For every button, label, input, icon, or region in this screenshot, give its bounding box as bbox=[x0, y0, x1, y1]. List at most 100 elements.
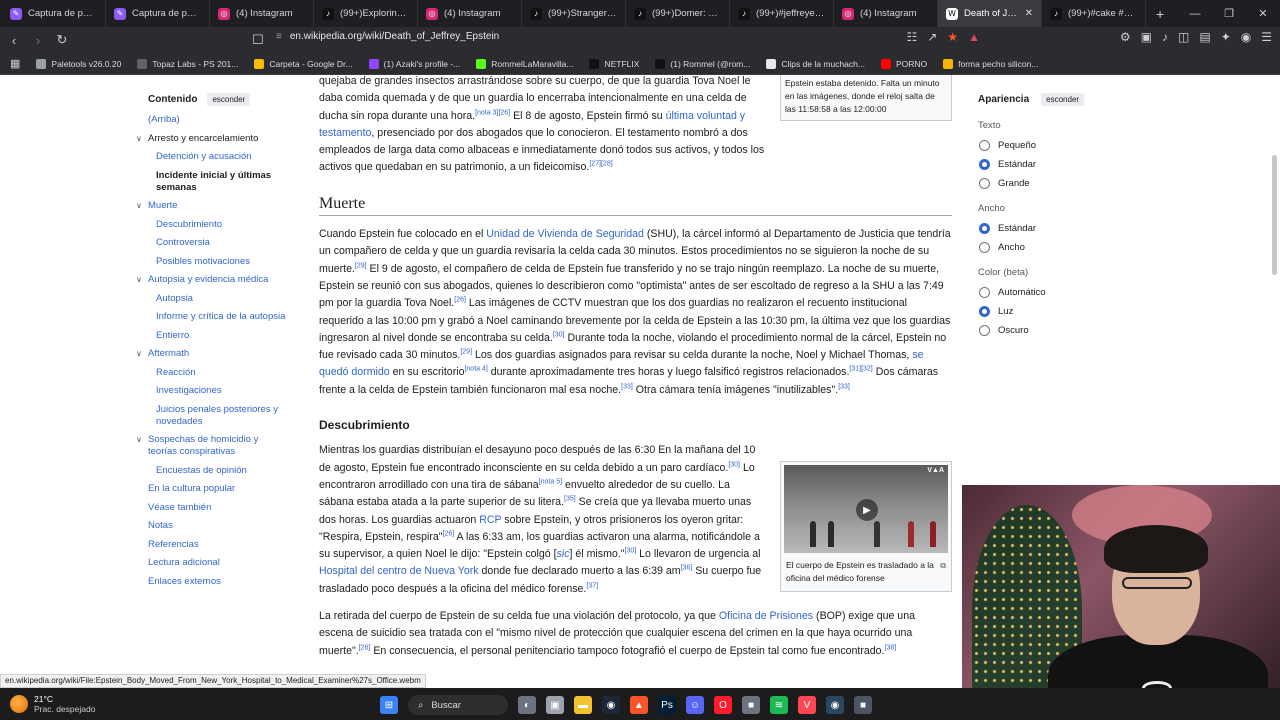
chevron-down-icon[interactable]: ∨ bbox=[136, 200, 142, 212]
reload-icon[interactable]: ↻ bbox=[52, 32, 72, 48]
steam-icon[interactable]: ◉ bbox=[826, 696, 844, 714]
radio-option[interactable]: Luz bbox=[979, 306, 1128, 317]
opera-icon[interactable]: O bbox=[714, 696, 732, 714]
tab-8[interactable]: ◎ (4) Instagram bbox=[834, 0, 938, 27]
radio-option[interactable]: Oscuro bbox=[979, 325, 1128, 336]
bookmark-8[interactable]: PORNO bbox=[873, 58, 935, 69]
toc-item[interactable]: ∨ Arresto y encarcelamiento bbox=[136, 133, 286, 145]
radio-button[interactable] bbox=[979, 223, 990, 234]
share-icon[interactable]: ↗ bbox=[927, 30, 937, 44]
tab-1[interactable]: ✎ Captura de pantalla bbox=[106, 0, 210, 27]
chevron-down-icon[interactable]: ∨ bbox=[136, 133, 142, 145]
bookmark-6[interactable]: (1) Rommel (@rom... bbox=[647, 58, 758, 69]
appearance-hide-button[interactable]: esconder bbox=[1041, 93, 1085, 106]
ref-33[interactable]: [33] bbox=[621, 383, 633, 390]
tab-5[interactable]: ♪ (99+)Stranger thing bbox=[522, 0, 626, 27]
radio-option[interactable]: Pequeño bbox=[979, 140, 1128, 151]
enlarge-icon[interactable]: ⧉ bbox=[940, 559, 946, 572]
bookmark-icon[interactable]: ☐ bbox=[248, 32, 268, 48]
rewards-icon[interactable]: ▲ bbox=[968, 30, 980, 44]
chevron-down-icon[interactable]: ∨ bbox=[136, 348, 142, 360]
radio-button[interactable] bbox=[979, 178, 990, 189]
ref-26[interactable]: [26] bbox=[498, 109, 510, 116]
sidebar-icon[interactable]: ◫ bbox=[1178, 30, 1189, 44]
tab-3[interactable]: ♪ (99+)Exploring Fem bbox=[314, 0, 418, 27]
translate-icon[interactable]: ☷ bbox=[907, 30, 918, 44]
toc-item[interactable]: Detención y acusación bbox=[156, 151, 286, 163]
tab-2[interactable]: ◎ (4) Instagram bbox=[210, 0, 314, 27]
ref-29[interactable]: [29] bbox=[355, 262, 367, 269]
ref-36[interactable]: [36] bbox=[681, 565, 693, 572]
link-bop[interactable]: Oficina de Prisiones bbox=[719, 610, 813, 622]
toc-item[interactable]: (Arriba) bbox=[148, 114, 286, 126]
ref-26[interactable]: [26] bbox=[359, 644, 371, 651]
radio-option[interactable]: Estándar bbox=[979, 223, 1128, 234]
tab-6[interactable]: ♪ (99+)Domer: The N bbox=[626, 0, 730, 27]
link-sic[interactable]: sic bbox=[557, 548, 570, 560]
bookmark-5[interactable]: NETFLIX bbox=[581, 58, 647, 69]
app-icon[interactable]: ■ bbox=[854, 696, 872, 714]
link-rcp[interactable]: RCP bbox=[479, 514, 501, 526]
restore-icon[interactable]: ❐ bbox=[1212, 7, 1246, 20]
radio-button[interactable] bbox=[979, 242, 990, 253]
toc-item[interactable]: Referencias bbox=[148, 539, 286, 551]
radio-button[interactable] bbox=[979, 140, 990, 151]
toc-item[interactable]: Notas bbox=[148, 520, 286, 532]
toc-item[interactable]: Informe y crítica de la autopsia bbox=[156, 311, 286, 323]
wallet-icon[interactable]: ▤ bbox=[1199, 30, 1210, 44]
weather-widget[interactable]: 21°C Prac. despejado bbox=[10, 694, 95, 714]
ref-27-28[interactable]: [27][28] bbox=[589, 161, 612, 168]
apps-grid-icon[interactable]: ▦ bbox=[0, 57, 28, 70]
new-tab-icon[interactable]: + bbox=[1146, 6, 1174, 22]
ref-29[interactable]: [29] bbox=[460, 349, 472, 356]
toc-item[interactable]: ∨ Sospechas de homicidio y teorías conspi… bbox=[136, 434, 286, 458]
video-player[interactable]: V▲A ▶ bbox=[784, 465, 948, 553]
chevron-down-icon[interactable]: ∨ bbox=[136, 274, 142, 286]
brave-shield-icon[interactable]: ★ bbox=[947, 30, 958, 44]
windows-icon[interactable]: ⊞ bbox=[380, 696, 398, 714]
back-icon[interactable]: ‹ bbox=[4, 33, 24, 48]
ref-37[interactable]: [37] bbox=[586, 582, 598, 589]
task-view-icon[interactable]: ▣ bbox=[546, 696, 564, 714]
ref-30[interactable]: [30] bbox=[553, 331, 565, 338]
toc-item[interactable]: ∨ Aftermath bbox=[136, 348, 286, 360]
radio-option[interactable]: Estándar bbox=[979, 159, 1128, 170]
toc-item[interactable]: Enlaces externos bbox=[148, 576, 286, 588]
radio-option[interactable]: Ancho bbox=[979, 242, 1128, 253]
leo-icon[interactable]: ✦ bbox=[1221, 30, 1231, 44]
toc-item[interactable]: Controversia bbox=[156, 237, 286, 249]
taskbar-search[interactable]: ⌕ Buscar bbox=[408, 695, 508, 715]
bookmark-9[interactable]: forma pecho silicon... bbox=[935, 58, 1046, 69]
tab-10[interactable]: ♪ (99+)#cake #assist bbox=[1042, 0, 1146, 27]
tab-0[interactable]: ✎ Captura de pantalla bbox=[2, 0, 106, 27]
link-hospital[interactable]: Hospital del centro de Nueva York bbox=[319, 565, 479, 577]
bookmark-4[interactable]: RommelLaMaravilla... bbox=[468, 58, 581, 69]
ref-33[interactable]: [33] bbox=[838, 383, 850, 390]
link-shu[interactable]: Unidad de Vivienda de Seguridad bbox=[486, 228, 644, 240]
close-tab-icon[interactable]: ✕ bbox=[1025, 8, 1033, 19]
ref-26[interactable]: [26] bbox=[454, 297, 466, 304]
copilot-icon[interactable]: ◐ bbox=[518, 696, 536, 714]
close-window-icon[interactable]: ✕ bbox=[1246, 7, 1280, 20]
url-field[interactable]: ≡ en.wikipedia.org/wiki/Death_of_Jeffrey… bbox=[276, 31, 499, 42]
bookmark-0[interactable]: Paletools v26.0.20 bbox=[28, 58, 129, 69]
tab-4[interactable]: ◎ (4) Instagram bbox=[418, 0, 522, 27]
ref-30[interactable]: [30] bbox=[728, 461, 740, 468]
vpn-icon[interactable]: ◉ bbox=[1241, 30, 1251, 44]
discord-icon[interactable]: ☺ bbox=[686, 696, 704, 714]
tab-7[interactable]: ♪ (99+)#jeffreyepstei bbox=[730, 0, 834, 27]
ref-note-4[interactable]: [nota 4] bbox=[464, 366, 487, 373]
radio-button[interactable] bbox=[979, 287, 990, 298]
toc-item[interactable]: Posibles motivaciones bbox=[156, 256, 286, 268]
chevron-down-icon[interactable]: ∨ bbox=[136, 434, 142, 446]
photoshop-icon[interactable]: Ps bbox=[658, 696, 676, 714]
ref-31-32[interactable]: [31][32] bbox=[849, 366, 872, 373]
tab-9[interactable]: W Death of Jeffrey ✕ bbox=[938, 0, 1042, 27]
toc-hide-button[interactable]: esconder bbox=[207, 93, 251, 106]
play-icon[interactable]: ▶ bbox=[856, 499, 878, 521]
bookmark-7[interactable]: Clips de la muchach... bbox=[758, 58, 873, 69]
toc-item[interactable]: ∨ Autopsia y evidencia médica bbox=[136, 274, 286, 286]
radio-button[interactable] bbox=[979, 306, 990, 317]
brave-icon[interactable]: ▲ bbox=[630, 696, 648, 714]
steam-icon[interactable]: ◉ bbox=[602, 696, 620, 714]
